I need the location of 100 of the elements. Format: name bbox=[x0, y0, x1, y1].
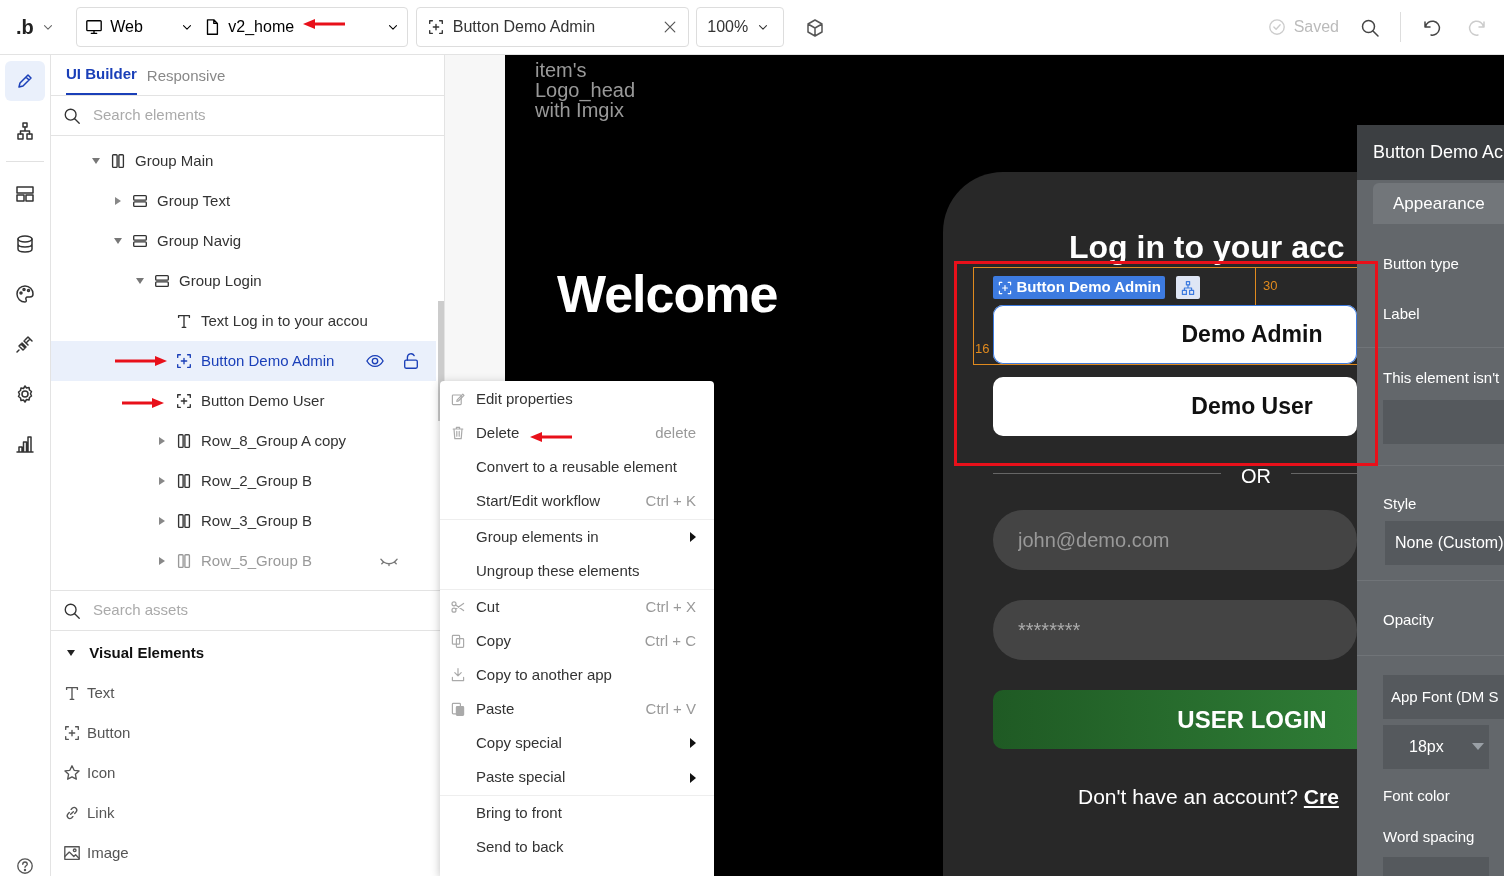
menu-item[interactable]: Edit properties bbox=[440, 382, 714, 416]
submenu-arrow-icon bbox=[690, 772, 696, 783]
password-field[interactable]: ******** bbox=[993, 600, 1357, 660]
field-label: Font color bbox=[1383, 786, 1450, 806]
collapsed-triangle-icon[interactable] bbox=[114, 197, 122, 205]
annotation-arrow bbox=[530, 432, 572, 442]
login-option-button[interactable]: Demo User bbox=[993, 377, 1357, 436]
settings-icon bbox=[15, 384, 35, 404]
button-icon bbox=[63, 724, 81, 742]
search-icon bbox=[63, 601, 81, 620]
bar-chart-icon bbox=[15, 434, 35, 454]
divider-text: OR bbox=[1241, 464, 1271, 489]
pencil-icon bbox=[15, 71, 35, 91]
annotation-arrow bbox=[303, 19, 345, 29]
login-option-button[interactable]: Demo Admin bbox=[993, 305, 1357, 364]
tree-item[interactable]: Group Main bbox=[51, 141, 436, 181]
copy-icon bbox=[450, 633, 466, 649]
caret-icon bbox=[1471, 743, 1484, 751]
cube-icon bbox=[805, 17, 826, 38]
shortcut-text: Ctrl + V bbox=[645, 698, 696, 719]
edit-icon bbox=[450, 391, 466, 407]
collapsed-triangle-icon[interactable] bbox=[158, 437, 166, 445]
font-dropdown[interactable]: App Font (DM S bbox=[1383, 675, 1504, 719]
columns-icon bbox=[175, 472, 193, 490]
columns-icon bbox=[175, 552, 193, 570]
login-button[interactable]: USER LOGIN bbox=[993, 690, 1357, 749]
database-icon bbox=[15, 234, 35, 254]
tree-item[interactable]: Group Text bbox=[51, 181, 436, 221]
field-label: Button type bbox=[1383, 254, 1459, 274]
annotation-arrow bbox=[115, 356, 167, 366]
palette-icon bbox=[15, 284, 35, 304]
menu-item[interactable]: Delete delete bbox=[440, 416, 714, 450]
sitemap-icon bbox=[1180, 279, 1196, 296]
panel-tab[interactable]: Responsive bbox=[146, 54, 226, 95]
tree-item[interactable]: Button Demo Admin bbox=[51, 341, 436, 381]
text-icon bbox=[175, 312, 193, 330]
tree-item[interactable]: Button Demo User bbox=[51, 381, 436, 421]
columns-icon bbox=[175, 512, 193, 530]
redo-icon bbox=[1468, 17, 1488, 38]
shortcut-text: Ctrl + X bbox=[645, 596, 696, 617]
rows-icon bbox=[131, 232, 149, 250]
text-icon bbox=[63, 684, 81, 702]
tree-item[interactable]: Row_3_Group B bbox=[51, 501, 436, 541]
hierarchy-button[interactable] bbox=[1176, 276, 1200, 299]
star-icon bbox=[63, 764, 81, 782]
trash-icon bbox=[450, 425, 466, 441]
margin-value: 30 bbox=[1263, 277, 1278, 295]
undo-icon bbox=[1421, 17, 1441, 38]
collapsed-triangle-icon[interactable] bbox=[158, 477, 166, 485]
panel-title: Button Demo Ac bbox=[1357, 125, 1504, 180]
tree-item[interactable]: Text Log in to your accou bbox=[51, 301, 436, 341]
menu-item[interactable]: Start/Edit workflow Ctrl + K bbox=[440, 484, 714, 520]
field-label: Word spacing bbox=[1383, 827, 1475, 847]
field-label: Style bbox=[1383, 494, 1417, 514]
zoom-dropdown[interactable]: 100% bbox=[696, 7, 785, 47]
email-field[interactable]: john@demo.com bbox=[993, 510, 1357, 570]
columns-icon bbox=[109, 152, 127, 170]
collapsed-triangle-icon[interactable] bbox=[158, 517, 166, 525]
download-icon bbox=[450, 667, 466, 683]
button-icon bbox=[175, 392, 193, 410]
expanded-triangle-icon[interactable] bbox=[67, 649, 75, 657]
help-icon bbox=[16, 857, 34, 875]
menu-item[interactable]: Ungroup these elements bbox=[440, 554, 714, 590]
app-menu-button[interactable]: .b bbox=[10, 11, 62, 43]
font-size-dropdown[interactable]: 18px bbox=[1383, 725, 1489, 769]
paste-icon bbox=[450, 701, 466, 717]
saved-status: Saved bbox=[1293, 17, 1339, 37]
platform-dropdown[interactable]: Web bbox=[77, 8, 196, 46]
submenu-arrow-icon bbox=[690, 532, 696, 542]
collapsed-triangle-icon[interactable] bbox=[158, 557, 166, 565]
field-label: Label bbox=[1383, 304, 1420, 324]
style-dropdown[interactable]: None (Custom) bbox=[1385, 521, 1504, 565]
image-icon bbox=[63, 844, 81, 862]
image-alt-text: item's Logo_head with Imgix bbox=[535, 60, 636, 120]
panel-tab[interactable]: UI Builder bbox=[66, 52, 137, 95]
tree-item[interactable]: Group Navig bbox=[51, 221, 436, 261]
tree-item[interactable]: Row_8_Group A copy bbox=[51, 421, 436, 461]
tree-item[interactable]: Row_2_Group B bbox=[51, 461, 436, 501]
notice-text: This element isn't bbox=[1383, 368, 1500, 388]
menu-item[interactable]: Paste special bbox=[440, 760, 714, 796]
scissors-icon bbox=[450, 599, 466, 615]
rows-icon bbox=[131, 192, 149, 210]
eye-icon bbox=[366, 352, 384, 370]
search-icon bbox=[1360, 17, 1380, 38]
button-icon bbox=[175, 352, 193, 370]
field-label: Opacity bbox=[1383, 610, 1434, 630]
shortcut-text: Ctrl + C bbox=[644, 630, 696, 651]
annotation-arrow bbox=[122, 398, 164, 408]
margin-value: 16 bbox=[975, 340, 990, 358]
page-dropdown[interactable]: v2_home bbox=[195, 8, 408, 46]
menu-item[interactable]: Convert to a reusable element bbox=[440, 450, 714, 484]
monitor-icon bbox=[84, 18, 103, 36]
menu-item[interactable]: Group elements in bbox=[440, 520, 714, 554]
plug-icon bbox=[15, 334, 35, 354]
selection-label: Button Demo Admin bbox=[993, 276, 1165, 299]
signup-prompt: Don't have an account? Cre bbox=[1078, 784, 1339, 810]
tree-item[interactable]: Group Login bbox=[51, 261, 436, 301]
element-selector[interactable]: Button Demo Admin bbox=[415, 7, 689, 47]
property-tab[interactable]: Appearance bbox=[1373, 183, 1504, 224]
button-icon bbox=[996, 279, 1013, 296]
